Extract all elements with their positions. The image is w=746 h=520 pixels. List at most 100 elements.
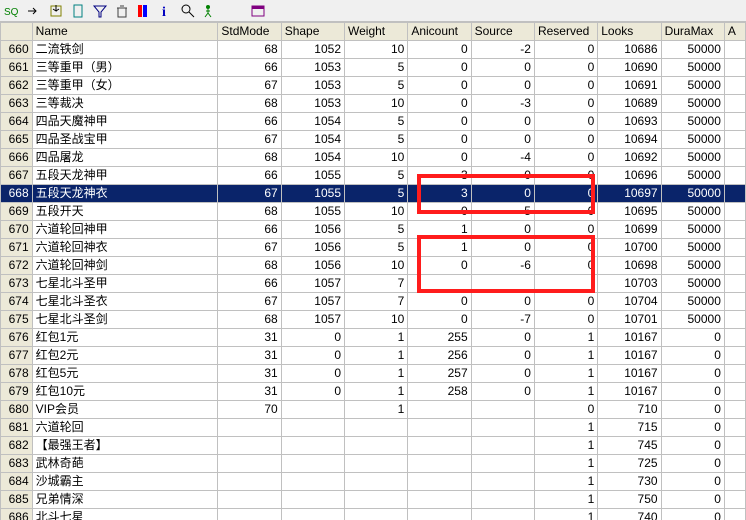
cell-reserved[interactable]: 1 [534, 365, 597, 383]
cell-source[interactable] [471, 275, 534, 293]
cell-anicount[interactable]: 0 [408, 59, 471, 77]
cell-extra[interactable] [724, 239, 745, 257]
cell-duramax[interactable]: 50000 [661, 59, 724, 77]
cell-weight[interactable] [345, 491, 408, 509]
cell-source[interactable]: -2 [471, 41, 534, 59]
cell-anicount[interactable]: 0 [408, 95, 471, 113]
cell-reserved[interactable]: 0 [534, 401, 597, 419]
cell-stdmode[interactable] [218, 509, 281, 520]
cell-looks[interactable]: 710 [598, 401, 661, 419]
cell-looks[interactable]: 730 [598, 473, 661, 491]
cell-rownum[interactable]: 664 [1, 113, 33, 131]
cell-rownum[interactable]: 673 [1, 275, 33, 293]
cell-name[interactable]: 武林奇葩 [32, 455, 218, 473]
cell-looks[interactable]: 10167 [598, 347, 661, 365]
cell-weight[interactable]: 10 [345, 95, 408, 113]
cell-rownum[interactable]: 667 [1, 167, 33, 185]
cell-stdmode[interactable]: 68 [218, 203, 281, 221]
cell-shape[interactable] [281, 473, 344, 491]
cell-reserved[interactable]: 1 [534, 455, 597, 473]
cell-stdmode[interactable]: 66 [218, 59, 281, 77]
cell-looks[interactable]: 10703 [598, 275, 661, 293]
cell-anicount[interactable]: 1 [408, 221, 471, 239]
cell-reserved[interactable]: 1 [534, 509, 597, 520]
header-extra[interactable]: A [724, 23, 745, 41]
cell-duramax[interactable]: 0 [661, 401, 724, 419]
cell-anicount[interactable]: 0 [408, 41, 471, 59]
cell-looks[interactable]: 10695 [598, 203, 661, 221]
cell-looks[interactable]: 10700 [598, 239, 661, 257]
cell-weight[interactable]: 1 [345, 329, 408, 347]
cell-shape[interactable] [281, 455, 344, 473]
cell-stdmode[interactable]: 31 [218, 383, 281, 401]
cell-anicount[interactable] [408, 437, 471, 455]
cell-rownum[interactable]: 685 [1, 491, 33, 509]
doc-icon[interactable] [70, 3, 86, 19]
cell-shape[interactable]: 1057 [281, 275, 344, 293]
cell-duramax[interactable]: 50000 [661, 77, 724, 95]
table-row[interactable]: 673七星北斗圣甲66105771070350000 [1, 275, 746, 293]
cell-rownum[interactable]: 668 [1, 185, 33, 203]
cell-extra[interactable] [724, 221, 745, 239]
trash-icon[interactable] [114, 3, 130, 19]
table-row[interactable]: 671六道轮回神衣67105651001070050000 [1, 239, 746, 257]
cell-source[interactable]: -4 [471, 149, 534, 167]
cell-stdmode[interactable]: 68 [218, 257, 281, 275]
cell-name[interactable]: VIP会员 [32, 401, 218, 419]
cell-rownum[interactable]: 677 [1, 347, 33, 365]
cell-extra[interactable] [724, 77, 745, 95]
table-row[interactable]: 678红包5元310125701101670 [1, 365, 746, 383]
cell-source[interactable]: 0 [471, 185, 534, 203]
cell-stdmode[interactable]: 70 [218, 401, 281, 419]
cell-name[interactable]: 【最强王者】 [32, 437, 218, 455]
cell-name[interactable]: 七星北斗圣衣 [32, 293, 218, 311]
cell-extra[interactable] [724, 131, 745, 149]
cell-rownum[interactable]: 681 [1, 419, 33, 437]
cell-shape[interactable]: 1054 [281, 149, 344, 167]
cell-looks[interactable]: 10691 [598, 77, 661, 95]
cell-reserved[interactable]: 0 [534, 239, 597, 257]
cell-name[interactable]: 红包2元 [32, 347, 218, 365]
cell-reserved[interactable]: 0 [534, 59, 597, 77]
cell-duramax[interactable]: 0 [661, 419, 724, 437]
table-row[interactable]: 669五段开天681055100-501069550000 [1, 203, 746, 221]
cell-duramax[interactable]: 50000 [661, 95, 724, 113]
cell-anicount[interactable]: 0 [408, 311, 471, 329]
cell-anicount[interactable]: 0 [408, 203, 471, 221]
cell-source[interactable]: 0 [471, 221, 534, 239]
cell-stdmode[interactable]: 66 [218, 275, 281, 293]
cell-source[interactable]: 0 [471, 59, 534, 77]
cell-anicount[interactable]: 0 [408, 113, 471, 131]
cell-looks[interactable]: 10689 [598, 95, 661, 113]
cell-reserved[interactable]: 0 [534, 293, 597, 311]
cell-stdmode[interactable]: 31 [218, 365, 281, 383]
cell-duramax[interactable]: 50000 [661, 221, 724, 239]
cell-source[interactable]: 0 [471, 131, 534, 149]
cell-stdmode[interactable] [218, 419, 281, 437]
cell-duramax[interactable]: 50000 [661, 239, 724, 257]
header-duramax[interactable]: DuraMax [661, 23, 724, 41]
cell-source[interactable]: 0 [471, 329, 534, 347]
cell-duramax[interactable]: 50000 [661, 257, 724, 275]
cell-name[interactable]: 三等重甲（男） [32, 59, 218, 77]
cell-source[interactable]: -5 [471, 203, 534, 221]
cell-rownum[interactable]: 683 [1, 455, 33, 473]
cell-weight[interactable]: 10 [345, 41, 408, 59]
cell-stdmode[interactable]: 31 [218, 329, 281, 347]
cell-extra[interactable] [724, 491, 745, 509]
cell-extra[interactable] [724, 257, 745, 275]
cell-source[interactable] [471, 455, 534, 473]
cell-reserved[interactable]: 0 [534, 131, 597, 149]
cell-shape[interactable]: 1056 [281, 221, 344, 239]
cell-extra[interactable] [724, 419, 745, 437]
cell-anicount[interactable]: 256 [408, 347, 471, 365]
cell-looks[interactable]: 725 [598, 455, 661, 473]
table-row[interactable]: 667五段天龙神甲66105553001069650000 [1, 167, 746, 185]
cell-extra[interactable] [724, 401, 745, 419]
cell-duramax[interactable]: 50000 [661, 275, 724, 293]
cell-looks[interactable]: 10696 [598, 167, 661, 185]
cell-name[interactable]: 六道轮回神甲 [32, 221, 218, 239]
cell-stdmode[interactable] [218, 473, 281, 491]
cell-duramax[interactable]: 0 [661, 455, 724, 473]
cell-name[interactable]: 三等裁决 [32, 95, 218, 113]
